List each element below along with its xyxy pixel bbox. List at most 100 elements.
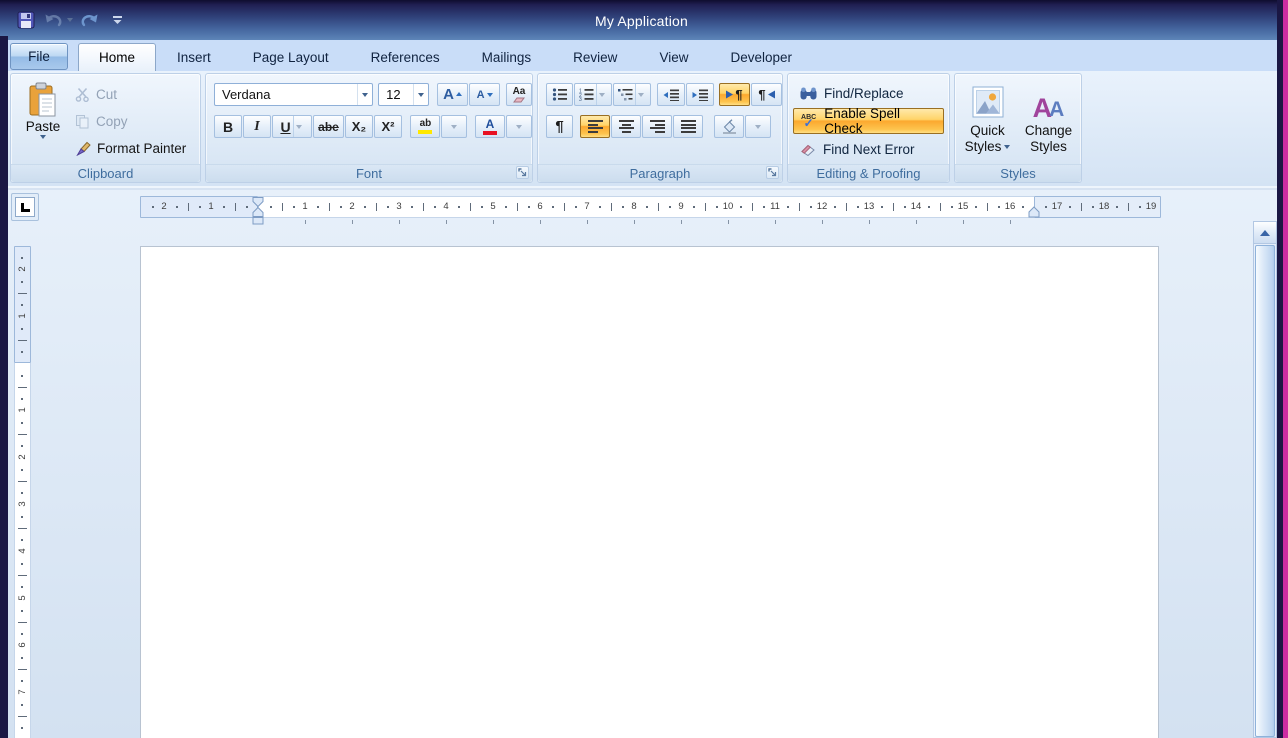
paste-label: Paste bbox=[25, 119, 61, 134]
italic-button[interactable]: I bbox=[243, 115, 271, 138]
superscript-button[interactable]: X² bbox=[374, 115, 402, 138]
quick-styles-picture-icon bbox=[972, 81, 1004, 123]
shading-dropdown[interactable] bbox=[745, 115, 771, 138]
align-right-button[interactable] bbox=[642, 115, 672, 138]
group-styles: Quick Styles A A Change Styles Styles bbox=[954, 73, 1082, 183]
right-to-left-button[interactable]: ¶ bbox=[751, 83, 782, 106]
paste-button[interactable]: Paste bbox=[19, 80, 67, 164]
text-highlight-button[interactable]: ab bbox=[410, 115, 441, 138]
tab-page-layout[interactable]: Page Layout bbox=[232, 43, 350, 71]
group-label-editing: Editing & Proofing bbox=[788, 164, 949, 182]
multilevel-list-button[interactable] bbox=[613, 83, 651, 106]
font-dialog-launcher-icon[interactable] bbox=[516, 166, 529, 179]
increase-indent-icon bbox=[692, 89, 708, 101]
ruler-subtick-layer bbox=[140, 196, 1161, 224]
cut-button[interactable]: Cut bbox=[71, 82, 190, 107]
indent-markers[interactable] bbox=[251, 197, 265, 225]
document-page[interactable] bbox=[140, 246, 1159, 738]
font-family-combobox[interactable]: Verdana bbox=[214, 83, 374, 106]
first-line-and-hanging-indent-icon bbox=[252, 197, 264, 225]
ribbon-tab-row: File Home Insert Page Layout References … bbox=[8, 40, 1277, 71]
change-styles-button[interactable]: A A Change Styles bbox=[1020, 81, 1077, 164]
multilevel-list-icon bbox=[618, 89, 633, 101]
align-left-button[interactable] bbox=[580, 115, 610, 138]
tab-file[interactable]: File bbox=[10, 43, 68, 70]
font-size-combobox[interactable]: 12 bbox=[378, 83, 430, 106]
tab-home[interactable]: Home bbox=[78, 43, 157, 71]
align-center-button[interactable] bbox=[611, 115, 641, 138]
find-next-error-button[interactable]: Find Next Error bbox=[793, 136, 944, 162]
clear-formatting-label: Aa bbox=[512, 85, 526, 97]
font-family-dropdown-icon[interactable] bbox=[357, 84, 372, 105]
font-color-button[interactable]: A bbox=[475, 115, 505, 138]
underline-button[interactable]: U bbox=[272, 115, 312, 138]
copy-button[interactable]: Copy bbox=[71, 109, 190, 134]
font-size-dropdown-icon[interactable] bbox=[413, 84, 428, 105]
window-title: My Application bbox=[594, 13, 689, 29]
group-editing-proofing: Find/Replace ABC ✓ Enable Spell Check Fi… bbox=[787, 73, 950, 183]
justify-button[interactable] bbox=[673, 115, 703, 138]
group-clipboard: Paste Cut Copy Format Painter Clipboard bbox=[10, 73, 201, 183]
align-center-icon bbox=[618, 120, 634, 133]
tab-references[interactable]: References bbox=[350, 43, 461, 71]
paragraph-dialog-launcher-icon[interactable] bbox=[766, 166, 779, 179]
align-right-icon bbox=[649, 120, 665, 133]
group-label-font: Font bbox=[206, 164, 532, 182]
paste-icon bbox=[28, 82, 58, 118]
bold-button[interactable]: B bbox=[214, 115, 242, 138]
find-replace-button[interactable]: Find/Replace bbox=[793, 80, 944, 106]
subscript-button[interactable]: X₂ bbox=[345, 115, 373, 138]
scroll-up-button[interactable] bbox=[1254, 222, 1276, 244]
shrink-font-button[interactable]: A bbox=[469, 83, 501, 106]
left-to-right-button[interactable]: ¶ bbox=[719, 83, 750, 106]
show-paragraph-marks-button[interactable]: ¶ bbox=[546, 115, 573, 138]
shading-button[interactable] bbox=[714, 115, 744, 138]
right-indent-marker[interactable] bbox=[1027, 206, 1041, 218]
numbering-icon: 123 bbox=[579, 89, 594, 101]
numbering-button[interactable]: 123 bbox=[574, 83, 612, 106]
tab-developer[interactable]: Developer bbox=[709, 43, 813, 71]
titlebar: My Application bbox=[0, 0, 1283, 40]
tab-stop-selector-button[interactable] bbox=[11, 193, 39, 221]
tab-insert[interactable]: Insert bbox=[156, 43, 232, 71]
enable-spell-check-button[interactable]: ABC ✓ Enable Spell Check bbox=[793, 106, 944, 136]
grow-font-button[interactable]: A bbox=[437, 83, 469, 106]
cut-label: Cut bbox=[96, 87, 118, 102]
tab-view[interactable]: View bbox=[638, 43, 709, 71]
find-next-error-icon bbox=[800, 142, 816, 156]
enable-spell-check-label: Enable Spell Check bbox=[824, 106, 901, 136]
group-paragraph: 123 ¶ ¶ ¶ Paragraph bbox=[537, 73, 783, 183]
font-color-dropdown[interactable] bbox=[506, 115, 532, 138]
text-highlight-dropdown[interactable] bbox=[441, 115, 468, 138]
find-next-error-label: Find Next Error bbox=[823, 141, 915, 157]
tab-review[interactable]: Review bbox=[552, 43, 638, 71]
app-window: My Application File Home Insert Page Lay… bbox=[0, 0, 1288, 738]
vertical-scrollbar[interactable] bbox=[1253, 221, 1277, 738]
vruler-tick-layer: 211234567 bbox=[14, 246, 31, 738]
quick-styles-button[interactable]: Quick Styles bbox=[959, 81, 1016, 164]
underline-dropdown-icon[interactable] bbox=[292, 116, 304, 137]
increase-indent-button[interactable] bbox=[685, 83, 714, 106]
tab-mailings[interactable]: Mailings bbox=[461, 43, 553, 71]
rtl-arrow-icon bbox=[767, 90, 775, 99]
font-color-bar bbox=[483, 131, 497, 135]
format-painter-button[interactable]: Format Painter bbox=[71, 136, 190, 161]
bullets-button[interactable] bbox=[546, 83, 573, 106]
eraser-icon bbox=[513, 97, 526, 102]
shrink-font-arrow-icon bbox=[486, 92, 493, 97]
justify-icon bbox=[680, 120, 696, 133]
vertical-ruler[interactable]: 211234567 bbox=[14, 246, 31, 738]
right-indent-icon bbox=[1028, 206, 1040, 218]
bullets-icon bbox=[552, 88, 567, 101]
left-tab-stop-icon bbox=[20, 202, 30, 212]
horizontal-ruler[interactable]: 2 1 1 2 3 4 5 6 7 8 9 10 11 12 13 14 15 16 17 18 19 bbox=[140, 196, 1161, 225]
scroll-up-arrow-icon bbox=[1260, 229, 1270, 236]
numbering-dropdown-icon[interactable] bbox=[596, 84, 607, 105]
quick-styles-dropdown-icon bbox=[1004, 145, 1011, 149]
strikethrough-button[interactable]: abe bbox=[313, 115, 344, 138]
group-label-paragraph: Paragraph bbox=[538, 164, 782, 182]
decrease-indent-button[interactable] bbox=[656, 83, 685, 106]
multilevel-dropdown-icon[interactable] bbox=[635, 84, 646, 105]
clear-formatting-button[interactable]: Aa bbox=[505, 83, 532, 106]
scrollbar-thumb[interactable] bbox=[1255, 245, 1275, 737]
